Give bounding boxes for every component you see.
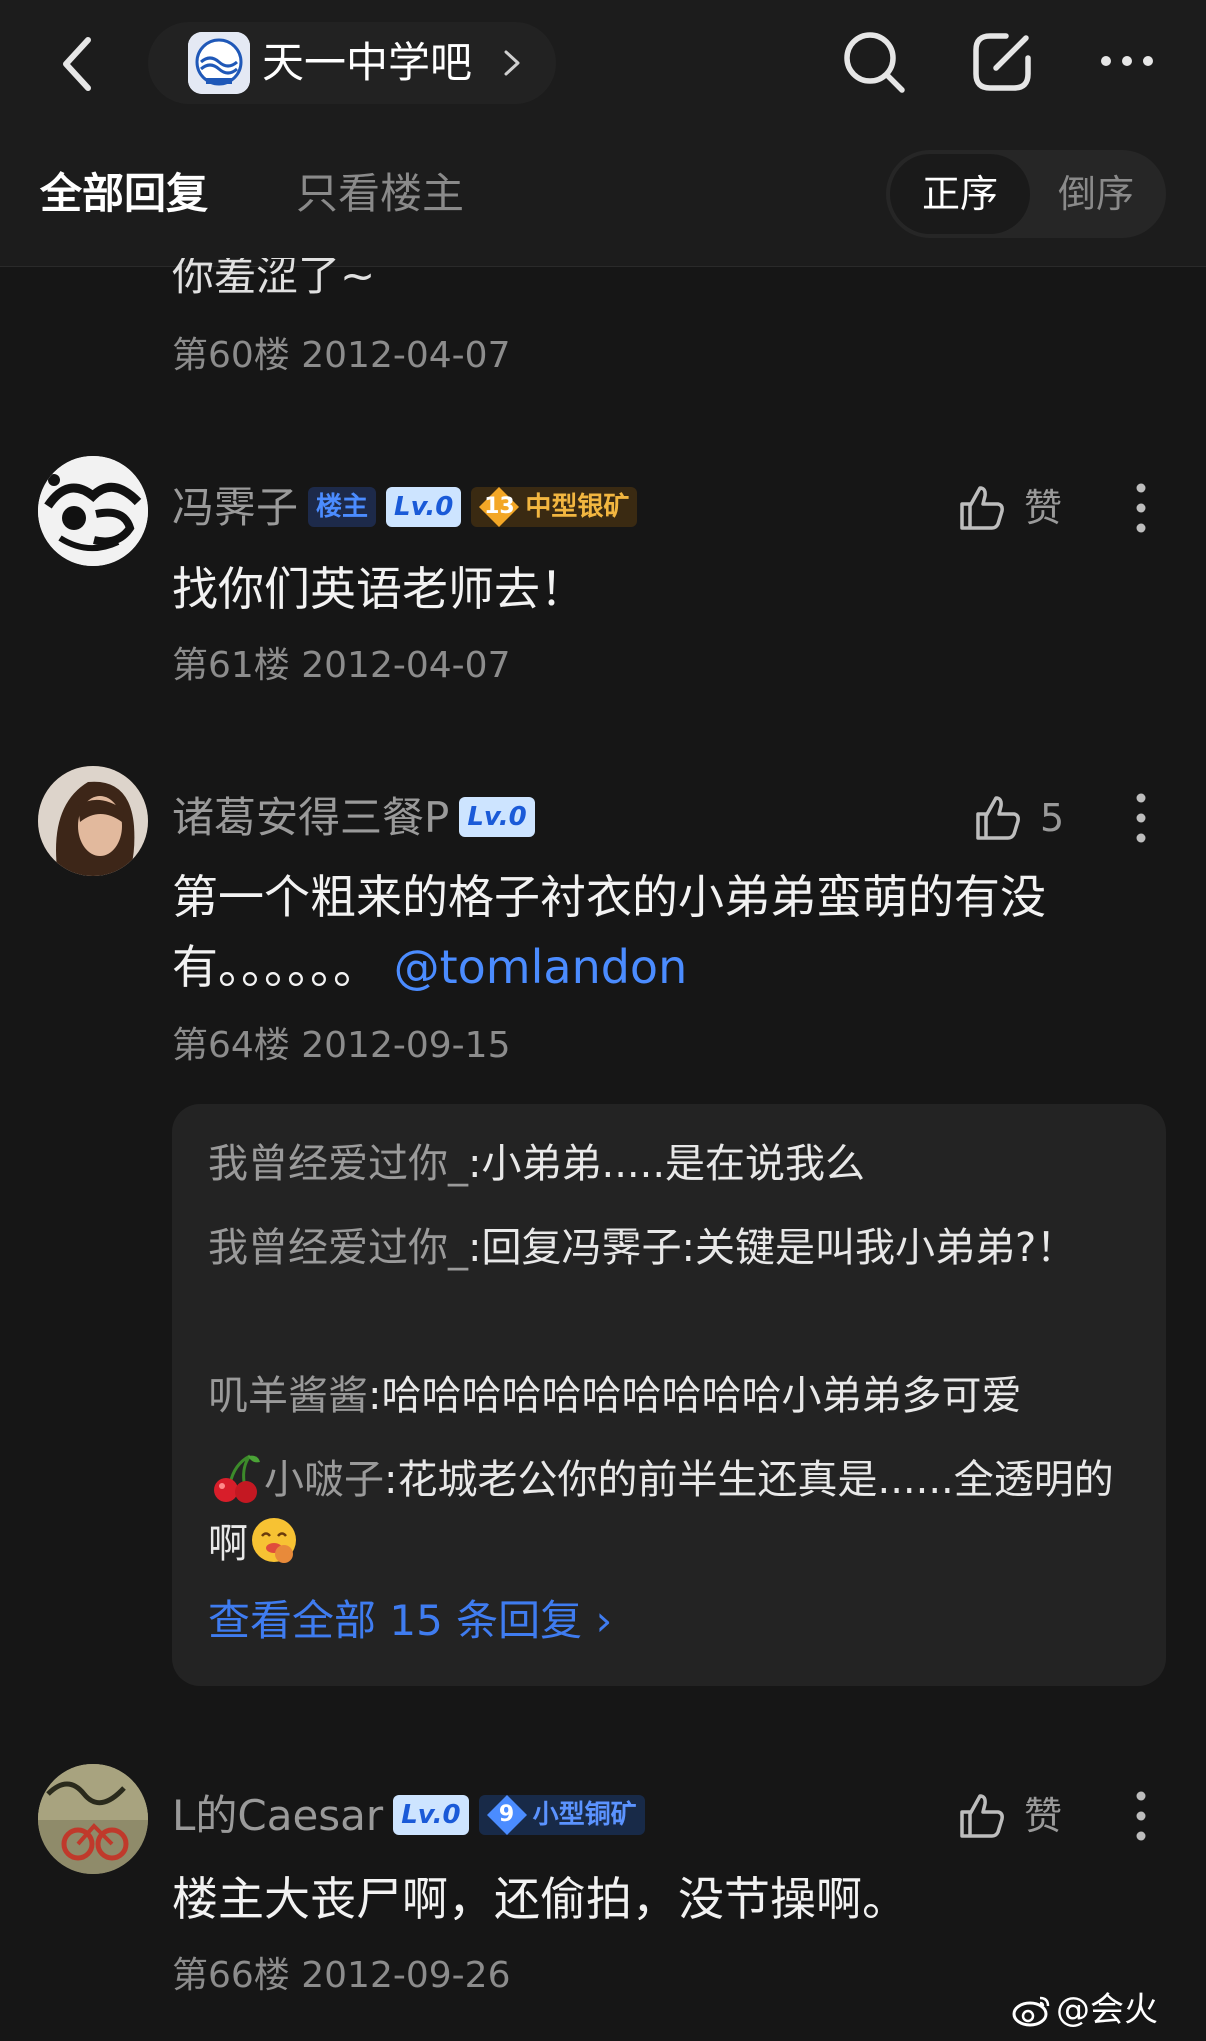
post-content: 找你们英语老师去！: [172, 562, 586, 616]
rank-number: 13: [484, 493, 515, 519]
more-icon[interactable]: [1092, 36, 1162, 86]
sub-reply[interactable]: 我曾经爱过你_:小弟弟.....是在说我么: [208, 1132, 1128, 1196]
sub-reply-author: 我曾经爱过你_: [208, 1141, 468, 1187]
post-content: 楼主大丧尸啊，还偷拍，没节操啊。: [172, 1872, 908, 1926]
sub-reply-author: 小啵子: [264, 1457, 384, 1503]
chevron-right-icon: [504, 50, 520, 76]
rank-label: 小型铜矿: [532, 1799, 637, 1830]
level-badge: Lv.0: [386, 486, 462, 527]
sort-ascending-button[interactable]: 正序: [890, 154, 1030, 234]
floor-meta: 第60楼 2012-04-07: [172, 335, 511, 376]
like-label: 赞: [1024, 1794, 1063, 1838]
smiling-face-emoji-icon: [252, 1518, 296, 1563]
author-row: 冯霁子 楼主 Lv.0 13 中型银矿: [172, 480, 638, 536]
sub-reply-text: :哈哈哈哈哈哈哈哈哈哈小弟弟多可爱: [368, 1373, 1022, 1419]
weibo-icon: [1012, 1996, 1050, 2027]
level-badge: Lv.0: [459, 796, 535, 837]
avatar[interactable]: [38, 766, 148, 876]
forum-name: 天一中学吧: [262, 38, 473, 87]
view-all-replies-link[interactable]: 查看全部 15 条回复 ›: [208, 1592, 612, 1650]
author-row: 诸葛安得三餐P Lv.0: [172, 790, 535, 846]
sub-reply-text: :回复冯霁子:关键是叫我小弟弟?！: [468, 1225, 1077, 1271]
cherry-icon: [214, 1454, 260, 1503]
back-icon[interactable]: [52, 28, 108, 100]
like-label: 赞: [1024, 486, 1063, 530]
floor-meta: 第66楼 2012-09-26: [172, 1955, 511, 1996]
like-count: 5: [1040, 796, 1065, 840]
avatar[interactable]: [38, 1764, 148, 1874]
sub-reply[interactable]: 叽羊酱酱:哈哈哈哈哈哈哈哈哈哈小弟弟多可爱: [208, 1364, 1128, 1428]
sub-reply-text: :小弟弟.....是在说我么: [468, 1141, 866, 1187]
post-more-icon[interactable]: [1126, 1788, 1156, 1844]
author-name[interactable]: L的Caesar: [172, 1791, 383, 1840]
tab-op-only[interactable]: 只看楼主: [296, 166, 464, 222]
rank-label: 中型银矿: [525, 491, 630, 522]
sub-reply[interactable]: 我曾经爱过你_:回复冯霁子:关键是叫我小弟弟?！: [208, 1216, 1128, 1280]
reply-preview-box: 我曾经爱过你_:小弟弟.....是在说我么 我曾经爱过你_:回复冯霁子:关键是叫…: [172, 1104, 1166, 1686]
compose-icon[interactable]: [966, 26, 1038, 98]
avatar[interactable]: [38, 456, 148, 566]
sort-toggle: 正序 倒序: [886, 150, 1166, 238]
post-more-icon[interactable]: [1126, 790, 1156, 846]
rank-badge: 13 中型银矿: [471, 486, 638, 527]
mention-link[interactable]: @tomlandon: [394, 940, 688, 994]
op-badge: 楼主: [308, 486, 377, 527]
weibo-watermark: @会火: [1012, 1988, 1158, 2032]
floor-meta: 第61楼 2012-04-07: [172, 645, 511, 686]
floor-meta: 第64楼 2012-09-15: [172, 1025, 511, 1066]
forum-entry[interactable]: 天一中学吧: [148, 22, 556, 104]
thumbs-up-icon: [960, 486, 1004, 530]
forum-logo: [188, 32, 250, 94]
post-content: 第一个粗来的格子衬衣的小弟弟蛮萌的有没有。。。。。。 @tomlandon: [172, 862, 1112, 1002]
tab-all-replies[interactable]: 全部回复: [40, 166, 208, 222]
author-name[interactable]: 冯霁子: [172, 483, 298, 532]
sub-reply[interactable]: 小啵子:花城老公你的前半生还真是......全透明的啊: [208, 1448, 1128, 1576]
reply-filter-bar: 全部回复 只看楼主 正序 倒序: [0, 126, 1206, 267]
rank-number: 9: [498, 1801, 515, 1827]
sort-descending-button[interactable]: 倒序: [1030, 154, 1162, 234]
author-row: L的Caesar Lv.0 9 小型铜矿: [172, 1788, 645, 1844]
author-name[interactable]: 诸葛安得三餐P: [172, 793, 449, 842]
watermark-text: @会火: [1056, 1990, 1158, 2030]
search-icon[interactable]: [838, 26, 910, 98]
level-badge: Lv.0: [393, 1794, 469, 1835]
sub-reply-author: 叽羊酱酱: [208, 1373, 368, 1419]
thumbs-up-icon: [960, 1794, 1004, 1838]
rank-badge: 9 小型铜矿: [478, 1794, 645, 1835]
top-bar: 天一中学吧: [0, 0, 1206, 126]
post-more-icon[interactable]: [1126, 480, 1156, 536]
sub-reply-author: 我曾经爱过你_: [208, 1225, 468, 1271]
thumbs-up-icon: [976, 796, 1020, 840]
